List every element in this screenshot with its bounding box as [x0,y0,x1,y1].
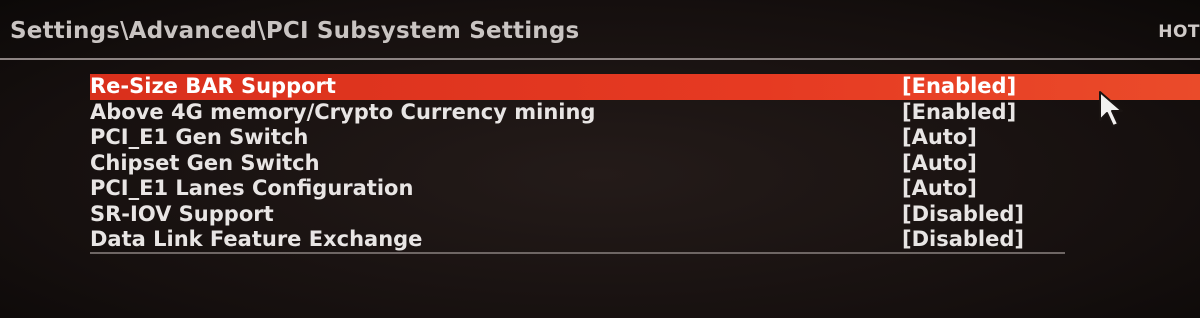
menu-item-value[interactable]: [Disabled] [902,202,1024,228]
bios-screen: Settings\Advanced\PCI Subsystem Settings… [0,0,1200,318]
menu-item-label: Re-Size BAR Support [90,74,336,98]
menu-item-value[interactable]: [Auto] [902,125,977,151]
menu-item-label: PCI_E1 Lanes Configuration [90,176,414,200]
menu-item-value[interactable]: [Auto] [902,176,977,202]
menu-divider [90,252,1065,254]
menu-item-label: Above 4G memory/Crypto Currency mining [90,99,596,124]
menu-item-pci-e1-gen-switch[interactable]: PCI_E1 Gen Switch [Auto] [90,125,1200,151]
menu-item-label: SR-IOV Support [90,201,274,226]
menu-item-pci-e1-lanes-configuration[interactable]: PCI_E1 Lanes Configuration [Auto] [90,176,1200,202]
menu-item-label: Chipset Gen Switch [90,150,320,175]
menu-item-value[interactable]: [Enabled] [902,100,1016,126]
settings-menu: Re-Size BAR Support [Enabled] Above 4G m… [90,74,1200,253]
menu-item-above-4g-memory[interactable]: Above 4G memory/Crypto Currency mining [… [90,100,1200,126]
menu-item-resize-bar-support[interactable]: Re-Size BAR Support [Enabled] [90,74,1200,100]
header-divider [0,58,1200,60]
menu-item-label: PCI_E1 Gen Switch [90,125,309,149]
menu-item-value[interactable]: [Auto] [902,151,977,177]
breadcrumb: Settings\Advanced\PCI Subsystem Settings [10,18,580,44]
menu-item-value[interactable]: [Enabled] [902,74,1016,100]
menu-item-chipset-gen-switch[interactable]: Chipset Gen Switch [Auto] [90,151,1200,177]
mouse-cursor-icon [1099,91,1123,127]
menu-item-label: Data Link Feature Exchange [90,227,423,251]
menu-item-sr-iov-support[interactable]: SR-IOV Support [Disabled] [90,202,1200,228]
hotkey-button[interactable]: HOT [1158,22,1200,42]
menu-item-value[interactable]: [Disabled] [902,227,1024,253]
menu-item-data-link-feature-exchange[interactable]: Data Link Feature Exchange [Disabled] [90,227,1200,253]
